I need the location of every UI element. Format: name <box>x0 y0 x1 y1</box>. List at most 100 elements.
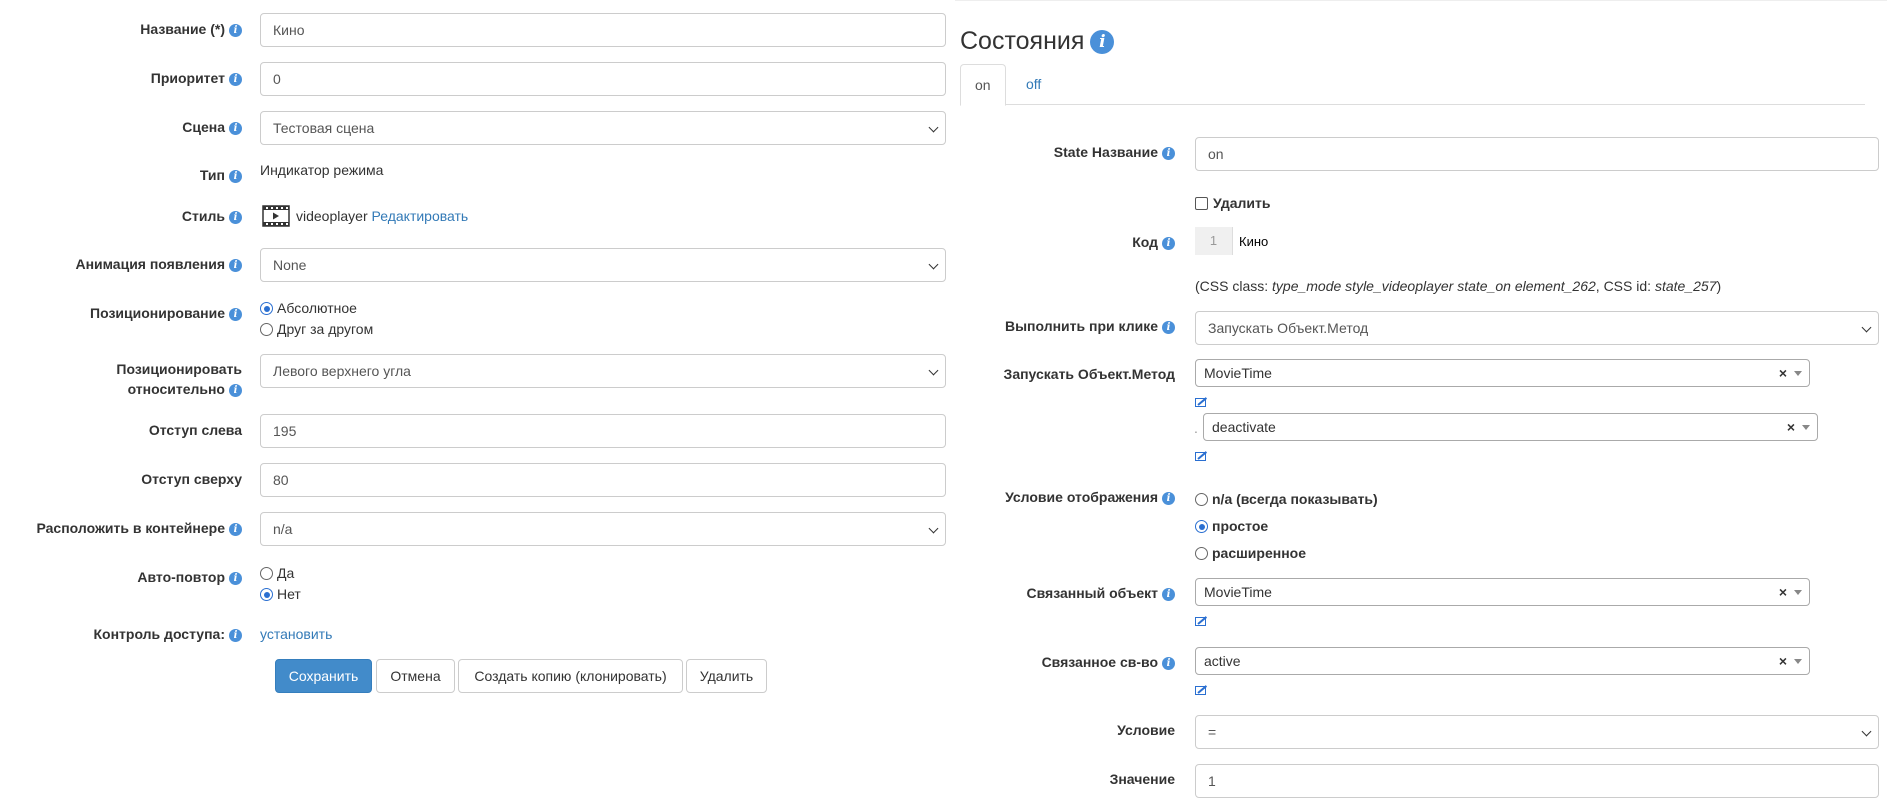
method-separator: . <box>1194 420 1198 436</box>
info-icon[interactable]: i <box>1162 492 1175 505</box>
condition-select[interactable]: = <box>1195 715 1879 749</box>
code-editor[interactable]: 1 Кино <box>1195 227 1268 255</box>
radio-selected[interactable] <box>260 588 273 601</box>
external-link-icon[interactable] <box>1195 614 1209 626</box>
style-label: Стиль i <box>0 206 242 226</box>
scene-select[interactable]: Тестовая сцена <box>260 111 946 145</box>
delete-state-checkbox[interactable]: Удалить <box>1195 193 1270 213</box>
info-icon[interactable]: i <box>1162 588 1175 601</box>
autorepeat-option-no[interactable]: Нет <box>260 584 301 604</box>
info-icon[interactable]: i <box>1162 147 1175 160</box>
condition-label: Условие <box>1117 722 1175 738</box>
priority-input[interactable]: 0 <box>260 62 946 96</box>
edit-style-link[interactable]: Редактировать <box>372 208 469 224</box>
external-link-icon[interactable] <box>1195 683 1209 695</box>
linked-prop-label: Связанное св-во i <box>985 652 1175 672</box>
left-offset-input[interactable]: 195 <box>260 414 946 448</box>
tab-off[interactable]: off <box>1012 64 1055 106</box>
clear-icon[interactable]: × <box>1779 579 1787 605</box>
radio-selected[interactable] <box>260 302 273 315</box>
positioning-label: Позиционирование i <box>0 303 242 323</box>
style-row: videoplayer Редактировать <box>262 205 468 227</box>
run-object-select[interactable]: MovieTime × <box>1195 359 1810 387</box>
display-cond-option-always[interactable]: n/a (всегда показывать) <box>1195 489 1378 509</box>
info-icon[interactable]: i <box>229 308 242 321</box>
clear-icon[interactable]: × <box>1779 360 1787 386</box>
cancel-button[interactable]: Отмена <box>376 659 455 693</box>
autorepeat-option-yes[interactable]: Да <box>260 563 294 583</box>
chevron-down-icon[interactable] <box>1794 590 1802 595</box>
radio[interactable] <box>1195 547 1208 560</box>
info-icon[interactable]: i <box>229 211 242 224</box>
code-label: Код i <box>985 232 1175 252</box>
info-icon[interactable]: i <box>229 629 242 642</box>
info-icon[interactable]: i <box>229 122 242 135</box>
radio-selected[interactable] <box>1195 520 1208 533</box>
positioning-option-sequential[interactable]: Друг за другом <box>260 319 373 339</box>
left-offset-label: Отступ слева <box>148 422 242 438</box>
chevron-down-icon[interactable] <box>1794 659 1802 664</box>
linked-prop-select[interactable]: active × <box>1195 647 1810 675</box>
access-set-link[interactable]: установить <box>260 624 332 644</box>
info-icon[interactable]: i <box>229 523 242 536</box>
radio[interactable] <box>260 567 273 580</box>
display-cond-option-simple[interactable]: простое <box>1195 516 1268 536</box>
states-heading: Состояния i <box>960 24 1115 58</box>
run-object-value: MovieTime <box>1204 365 1272 381</box>
appear-anim-select[interactable]: None <box>260 248 946 282</box>
state-name-label: State Название i <box>985 142 1175 162</box>
linked-prop-value: active <box>1204 653 1241 669</box>
position-rel-label: Позиционировать относительно i <box>116 361 242 397</box>
info-icon[interactable]: i <box>229 73 242 86</box>
external-link-icon[interactable] <box>1195 395 1209 407</box>
chevron-down-icon[interactable] <box>1802 425 1810 430</box>
on-click-select[interactable]: Запускать Объект.Метод <box>1195 311 1879 345</box>
positioning-option-absolute[interactable]: Абсолютное <box>260 298 357 318</box>
appear-anim-value: None <box>273 257 307 273</box>
top-offset-label: Отступ сверху <box>141 471 242 487</box>
type-label: Тип i <box>0 165 242 185</box>
info-icon[interactable]: i <box>229 170 242 183</box>
top-offset-input[interactable]: 80 <box>260 463 946 497</box>
state-name-input[interactable]: on <box>1195 137 1879 171</box>
clone-button[interactable]: Создать копию (клонировать) <box>458 659 683 693</box>
type-value: Индикатор режима <box>260 162 384 178</box>
style-value: videoplayer <box>296 208 368 224</box>
info-icon[interactable]: i <box>1162 657 1175 670</box>
info-icon[interactable]: i <box>229 384 242 397</box>
external-link-icon[interactable] <box>1195 449 1209 461</box>
condition-value: = <box>1208 724 1217 740</box>
info-icon[interactable]: i <box>1090 30 1115 54</box>
checkbox[interactable] <box>1195 197 1208 210</box>
code-line-number: 1 <box>1195 227 1233 255</box>
name-input[interactable]: Кино <box>260 13 946 47</box>
run-method-select[interactable]: deactivate × <box>1203 413 1818 441</box>
container-label: Расположить в контейнере i <box>0 518 242 538</box>
radio[interactable] <box>260 323 273 336</box>
info-icon[interactable]: i <box>229 259 242 272</box>
tab-on[interactable]: on <box>960 64 1006 106</box>
save-button[interactable]: Сохранить <box>275 659 372 693</box>
value-input[interactable]: 1 <box>1195 764 1879 798</box>
linked-object-select[interactable]: MovieTime × <box>1195 578 1810 606</box>
run-method-label: Запускать Объект.Метод <box>1003 366 1175 382</box>
delete-button[interactable]: Удалить <box>686 659 767 693</box>
linked-object-value: MovieTime <box>1204 584 1272 600</box>
info-icon[interactable]: i <box>229 572 242 585</box>
container-value: n/a <box>273 521 293 537</box>
display-cond-option-advanced[interactable]: расширенное <box>1195 543 1306 563</box>
info-icon[interactable]: i <box>1162 321 1175 334</box>
clear-icon[interactable]: × <box>1779 648 1787 674</box>
scene-label: Сцена i <box>0 117 242 137</box>
on-click-value: Запускать Объект.Метод <box>1208 320 1369 336</box>
position-rel-select[interactable]: Левого верхнего угла <box>260 354 946 388</box>
container-select[interactable]: n/a <box>260 512 946 546</box>
chevron-down-icon[interactable] <box>1794 371 1802 376</box>
name-label: Название (*) i <box>0 19 242 39</box>
clear-icon[interactable]: × <box>1787 414 1795 440</box>
info-icon[interactable]: i <box>1162 237 1175 250</box>
info-icon[interactable]: i <box>229 24 242 37</box>
code-text: Кино <box>1239 233 1269 249</box>
position-rel-value: Левого верхнего угла <box>273 363 411 379</box>
radio[interactable] <box>1195 493 1208 506</box>
